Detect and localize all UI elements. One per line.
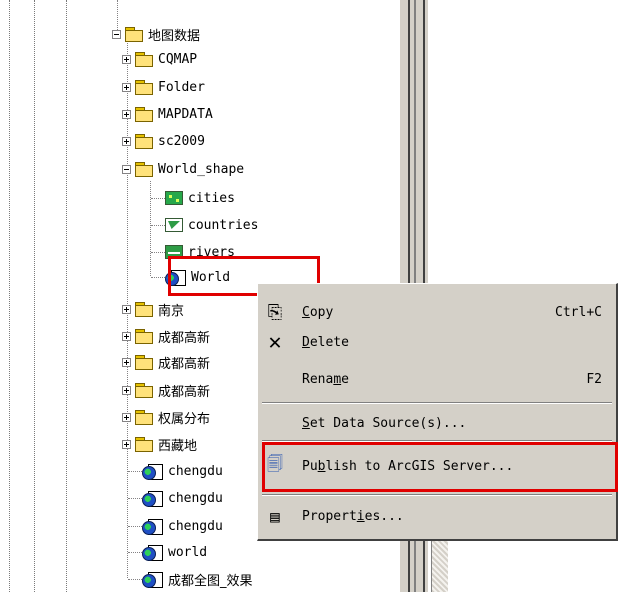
map-document-icon [142,571,164,588]
expand-icon[interactable] [122,54,131,64]
tree-node-label: 地图数据 [148,28,201,44]
delete-x-icon: ✕ [268,329,282,355]
folder-icon [135,329,153,344]
tree-node-label: sc2009 [158,133,205,149]
collapse-icon[interactable] [122,164,131,174]
tree-guide-line [9,0,10,592]
map-document-icon [142,518,164,535]
tree-connector [151,251,165,253]
tree-node-nanjing[interactable]: 南京 [122,299,184,319]
expand-icon[interactable] [122,331,131,341]
map-document-icon [142,463,164,480]
tree-node-chengdu-mxd-2[interactable]: chengdu [128,488,223,508]
tree-node-chengdu-mxd-3[interactable]: chengdu [128,516,223,536]
tree-node-label: chengdu [168,518,223,534]
tree-node-chengdu-gaoxin-1[interactable]: 成都高新 [122,326,210,346]
tree-guide-line [66,0,67,592]
tree-node-countries[interactable]: countries [151,215,258,235]
tree-node-label: 权属分布 [158,411,211,427]
tree-node-chengdu-mxd-1[interactable]: chengdu [128,461,223,481]
expand-icon[interactable] [122,439,131,449]
tree-connector [128,525,142,527]
folder-icon [135,52,153,67]
tree-node-label: World_shape [158,161,245,177]
folder-icon [135,410,153,425]
tree-node-chengdu-gaoxin-2[interactable]: 成都高新 [122,352,210,372]
tree-node-label: world [168,544,208,560]
folder-icon [135,437,153,452]
folder-open-icon [125,27,143,42]
menu-item-rename[interactable]: Rename F2 [258,365,616,393]
tree-node-cqmap[interactable]: CQMAP [122,49,197,69]
folder-icon [135,107,153,122]
tree-node-folder[interactable]: Folder [122,77,205,97]
tree-node-chengdu-quantu[interactable]: 成都全图_效果 [128,569,253,589]
shortcut-label: F2 [586,371,602,387]
tree-node-label: 成都高新 [158,384,211,400]
tree-node-root[interactable]: 地图数据 [112,24,200,44]
tree-node-label: 成都高新 [158,330,211,346]
tree-node-label: Folder [158,79,205,95]
tree-node-label: 成都高新 [158,356,211,372]
shortcut-label: Ctrl+C [555,304,602,320]
expand-icon[interactable] [122,412,131,422]
menu-separator [262,494,612,496]
tree-connector [128,578,142,580]
folder-open-icon [135,162,153,177]
collapse-icon[interactable] [112,29,121,39]
tree-connector [151,224,165,226]
tree-node-world-lower[interactable]: world [128,542,207,562]
expand-icon[interactable] [122,136,131,146]
folder-icon [135,355,153,370]
expand-icon[interactable] [122,82,131,92]
tree-node-xizang[interactable]: 西藏地 [122,434,197,454]
tree-node-cities[interactable]: cities [151,188,235,208]
tree-node-label: CQMAP [158,51,198,67]
menu-item-delete[interactable]: ✕ Delete [258,328,616,356]
copy-icon: ⎘ [267,301,283,323]
menu-separator [262,402,612,404]
tree-node-quanshu[interactable]: 权属分布 [122,407,210,427]
menu-item-copy[interactable]: ⎘ Copy Ctrl+C [258,298,616,326]
expand-icon[interactable] [122,304,131,314]
tree-connector [128,551,142,553]
expand-icon[interactable] [122,385,131,395]
tree-node-chengdu-gaoxin-3[interactable]: 成都高新 [122,380,210,400]
tree-connector [151,276,165,278]
menu-item-set-data-source[interactable]: Set Data Source(s)... [258,409,616,437]
tree-connector [151,197,165,199]
context-menu: ⎘ Copy Ctrl+C ✕ Delete Rename F2 Set Dat… [257,283,618,541]
menu-item-properties[interactable]: ▤ Properties... [258,502,616,530]
properties-icon: ▤ [270,506,280,526]
folder-icon [135,383,153,398]
tree-node-label: chengdu [168,490,223,506]
polygon-layer-icon [165,218,183,232]
folder-icon [135,134,153,149]
tree-node-label: cities [188,190,235,206]
tree-node-sc2009[interactable]: sc2009 [122,131,205,151]
tree-node-label: MAPDATA [158,106,213,122]
tree-node-label: 西藏地 [158,438,198,454]
folder-icon [135,302,153,317]
tree-node-label: 成都全图_效果 [168,573,253,589]
tree-node-mapdata[interactable]: MAPDATA [122,104,213,124]
tree-node-label: countries [188,217,259,233]
highlight-box-publish [262,442,618,492]
tree-guide-line [34,0,35,592]
tree-node-label: 南京 [158,303,185,319]
map-document-icon [142,490,164,507]
folder-icon [135,80,153,95]
map-document-icon [142,544,164,561]
tree-connector [128,470,142,472]
tree-connector [128,497,142,499]
expand-icon[interactable] [122,357,131,367]
tree-node-label: chengdu [168,463,223,479]
tree-node-world-shape[interactable]: World_shape [122,159,244,179]
expand-icon[interactable] [122,109,131,119]
point-layer-icon [165,191,183,205]
